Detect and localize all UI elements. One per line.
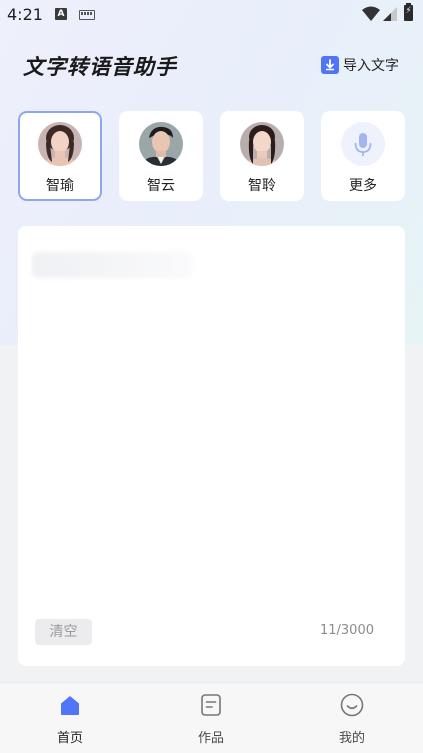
clear-button[interactable]: 清空 bbox=[35, 619, 92, 645]
smile-icon bbox=[340, 693, 364, 717]
status-time: 4:21 bbox=[7, 5, 43, 24]
nav-label: 首页 bbox=[56, 731, 83, 746]
keyboard-icon bbox=[79, 10, 95, 20]
voice-name: 更多 bbox=[349, 178, 377, 194]
bottom-nav: 首页 作品 我的 bbox=[0, 682, 423, 753]
voice-card-zhiling[interactable]: 智聆 bbox=[220, 111, 304, 201]
home-icon bbox=[61, 696, 79, 715]
avatar-female-icon bbox=[240, 122, 284, 166]
nav-label: 作品 bbox=[197, 731, 224, 746]
import-text-label: 导入文字 bbox=[343, 58, 399, 74]
voice-card-zhiyun[interactable]: 智云 bbox=[119, 111, 203, 201]
voice-card-more[interactable]: 更多 bbox=[321, 111, 405, 201]
nav-label: 我的 bbox=[338, 731, 365, 746]
nav-item-works[interactable]: 作品 bbox=[171, 683, 251, 753]
avatar-male-icon bbox=[139, 122, 183, 166]
voice-name: 智云 bbox=[147, 178, 175, 194]
text-input[interactable] bbox=[32, 252, 192, 278]
battery-charging-icon bbox=[404, 3, 413, 21]
status-bar: 4:21 A bbox=[0, 0, 423, 30]
voice-card-zhiyu[interactable]: 智瑜 bbox=[18, 111, 102, 201]
voice-name: 智聆 bbox=[248, 178, 276, 194]
nav-item-mine[interactable]: 我的 bbox=[312, 683, 392, 753]
text-editor[interactable]: 清空 11/3000 bbox=[18, 226, 405, 666]
voice-name: 智瑜 bbox=[46, 178, 74, 194]
text-a-icon: A bbox=[55, 8, 67, 20]
avatar-female-icon bbox=[38, 122, 82, 166]
page-title: 文字转语音助手 bbox=[23, 55, 177, 79]
cell-signal-icon bbox=[383, 7, 397, 21]
download-file-icon bbox=[321, 56, 339, 74]
microphone-icon bbox=[341, 122, 385, 166]
import-text-button[interactable]: 导入文字 bbox=[321, 54, 399, 76]
document-icon bbox=[201, 694, 221, 716]
char-count: 11/3000 bbox=[319, 623, 374, 638]
wifi-icon bbox=[362, 6, 380, 21]
nav-item-home[interactable]: 首页 bbox=[30, 683, 110, 753]
